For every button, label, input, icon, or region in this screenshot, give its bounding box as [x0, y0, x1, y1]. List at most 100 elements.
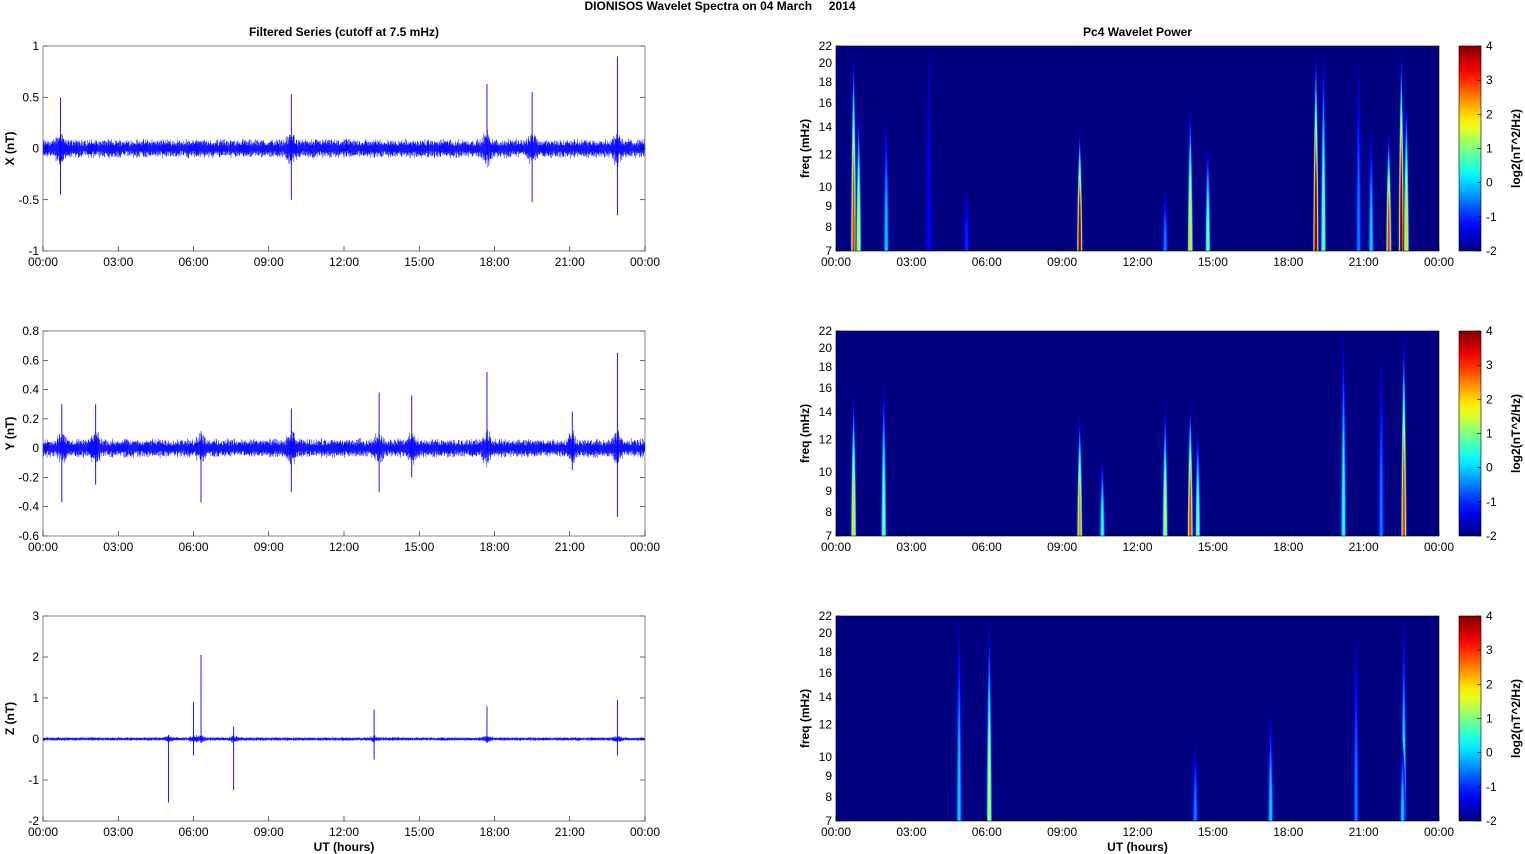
x-tick-label: 15:00 [404, 255, 434, 269]
x-tick-label: 09:00 [254, 255, 284, 269]
colorbar: -2 -1 0 1 2 3 4 log2(nT^2/Hz) [1458, 609, 1523, 828]
figure-title: DIONISOS Wavelet Spectra on 04 March 201… [585, 0, 856, 13]
x-tick-label: 00:00 [28, 255, 58, 269]
y-tick-label: 16 [819, 666, 833, 680]
y-tick-label: 8 [825, 505, 832, 519]
colorbar-tick-label: -2 [1486, 529, 1497, 543]
x-tick-label: 18:00 [1273, 255, 1303, 269]
y-tick-label: -0.4 [18, 500, 39, 514]
y-tick-label: 18 [819, 360, 833, 374]
y-tick-label: 12 [819, 718, 833, 732]
y-tick-label: 20 [819, 626, 833, 640]
colorbar-tick-label: 1 [1486, 712, 1493, 726]
y-tick-label: 0.2 [22, 412, 39, 426]
x-tick-label: 09:00 [1047, 255, 1077, 269]
colorbar-tick-label: -1 [1486, 210, 1497, 224]
y-tick-label: 0 [32, 441, 39, 455]
x-tick-label: 00:00 [630, 540, 660, 554]
y-axis-label: X (nT) [3, 132, 17, 166]
figure: DIONISOS Wavelet Spectra on 04 March 201… [3, 0, 1523, 854]
colorbar-tick-label: 4 [1486, 39, 1493, 53]
x-tick-label: 15:00 [404, 540, 434, 554]
x-tick-label: 00:00 [1424, 255, 1454, 269]
colorbar-label: log2(nT^2/Hz) [1509, 679, 1523, 758]
y-tick-label: 10 [819, 750, 833, 764]
colorbar-tick-label: 3 [1486, 643, 1493, 657]
y-tick-label: 14 [819, 405, 833, 419]
x-tick-label: 09:00 [254, 825, 284, 839]
x-tick-label: 00:00 [1424, 540, 1454, 554]
x-tick-label: 15:00 [1198, 540, 1228, 554]
x-tick-label: 00:00 [821, 255, 851, 269]
y-tick-label: 16 [819, 381, 833, 395]
y-axis-label: freq (mHz) [798, 119, 812, 178]
colorbar-tick-label: 1 [1486, 427, 1493, 441]
x-tick-label: 21:00 [555, 540, 585, 554]
x-tick-label: 12:00 [329, 825, 359, 839]
y-tick-label: 22 [819, 324, 833, 338]
x-tick-label: 03:00 [896, 255, 926, 269]
x-tick-label: 00:00 [821, 825, 851, 839]
y-tick-label: 20 [819, 56, 833, 70]
x-tick-label: 12:00 [1122, 825, 1152, 839]
x-axis-label: UT (hours) [314, 840, 375, 854]
x-tick-label: 18:00 [479, 540, 509, 554]
y-tick-label: 22 [819, 39, 833, 53]
y-tick-label: 18 [819, 645, 833, 659]
y-tick-label: 2 [32, 650, 39, 664]
colorbar-tick-label: 1 [1486, 142, 1493, 156]
spectrogram-panel-1: Pc4 Wavelet Power78910121416182022freq (… [798, 25, 1523, 269]
y-tick-label: 10 [819, 180, 833, 194]
x-tick-label: 21:00 [1349, 540, 1379, 554]
plot-area [43, 616, 645, 821]
x-tick-label: 06:00 [972, 825, 1002, 839]
colorbar-tick-label: 0 [1486, 176, 1493, 190]
y-tick-label: 14 [819, 120, 833, 134]
x-tick-label: 00:00 [1424, 825, 1454, 839]
colorbar-tick-label: 2 [1486, 677, 1493, 691]
y-tick-label: 12 [819, 148, 833, 162]
colorbar-tick-label: 0 [1486, 746, 1493, 760]
x-tick-label: 12:00 [1122, 540, 1152, 554]
x-tick-label: 06:00 [972, 540, 1002, 554]
x-tick-label: 06:00 [178, 825, 208, 839]
x-tick-label: 15:00 [1198, 825, 1228, 839]
y-tick-label: 18 [819, 75, 833, 89]
colorbar-tick-label: 0 [1486, 461, 1493, 475]
y-tick-label: 9 [825, 199, 832, 213]
x-tick-label: 12:00 [329, 255, 359, 269]
y-tick-label: 10 [819, 465, 833, 479]
colorbar: -2 -1 0 1 2 3 4 log2(nT^2/Hz) [1458, 324, 1523, 543]
spectrogram-panel-3: 78910121416182022freq (mHz)-2-101234log2… [798, 609, 1523, 854]
timeseries-panel-1: Filtered Series (cutoff at 7.5 mHz)-1-0.… [3, 25, 660, 269]
x-tick-label: 06:00 [972, 255, 1002, 269]
x-axis-label: UT (hours) [1107, 840, 1168, 854]
y-tick-label: 0 [32, 142, 39, 156]
colorbar-tick-label: 4 [1486, 324, 1493, 338]
x-tick-label: 00:00 [28, 540, 58, 554]
x-tick-label: 21:00 [555, 255, 585, 269]
timeseries-panel-3: -2-10123Z (nT)00:00 03:00 06:00 09:00 12:00 1… [3, 609, 660, 854]
y-tick-label: 0.8 [22, 324, 39, 338]
x-tick-label: 15:00 [404, 825, 434, 839]
x-tick-label: 03:00 [896, 540, 926, 554]
y-tick-label: 22 [819, 609, 833, 623]
panel-title: Pc4 Wavelet Power [1083, 25, 1192, 39]
colorbar-tick-label: 2 [1486, 107, 1493, 121]
y-tick-label: 0.4 [22, 383, 39, 397]
y-tick-label: -1 [28, 773, 39, 787]
y-tick-label: 1 [32, 39, 39, 53]
spectrogram-background [836, 616, 1439, 821]
y-tick-label: 8 [825, 790, 832, 804]
y-tick-label: 3 [32, 609, 39, 623]
spectrogram-background [836, 331, 1439, 536]
y-tick-label: 12 [819, 433, 833, 447]
colorbar-tick-label: 3 [1486, 73, 1493, 87]
y-tick-label: 0 [32, 732, 39, 746]
x-tick-label: 18:00 [1273, 540, 1303, 554]
y-tick-label: 20 [819, 341, 833, 355]
y-tick-label: 0.5 [22, 90, 39, 104]
x-tick-label: 12:00 [1122, 255, 1152, 269]
x-tick-label: 21:00 [1349, 255, 1379, 269]
colorbar-label: log2(nT^2/Hz) [1509, 109, 1523, 188]
